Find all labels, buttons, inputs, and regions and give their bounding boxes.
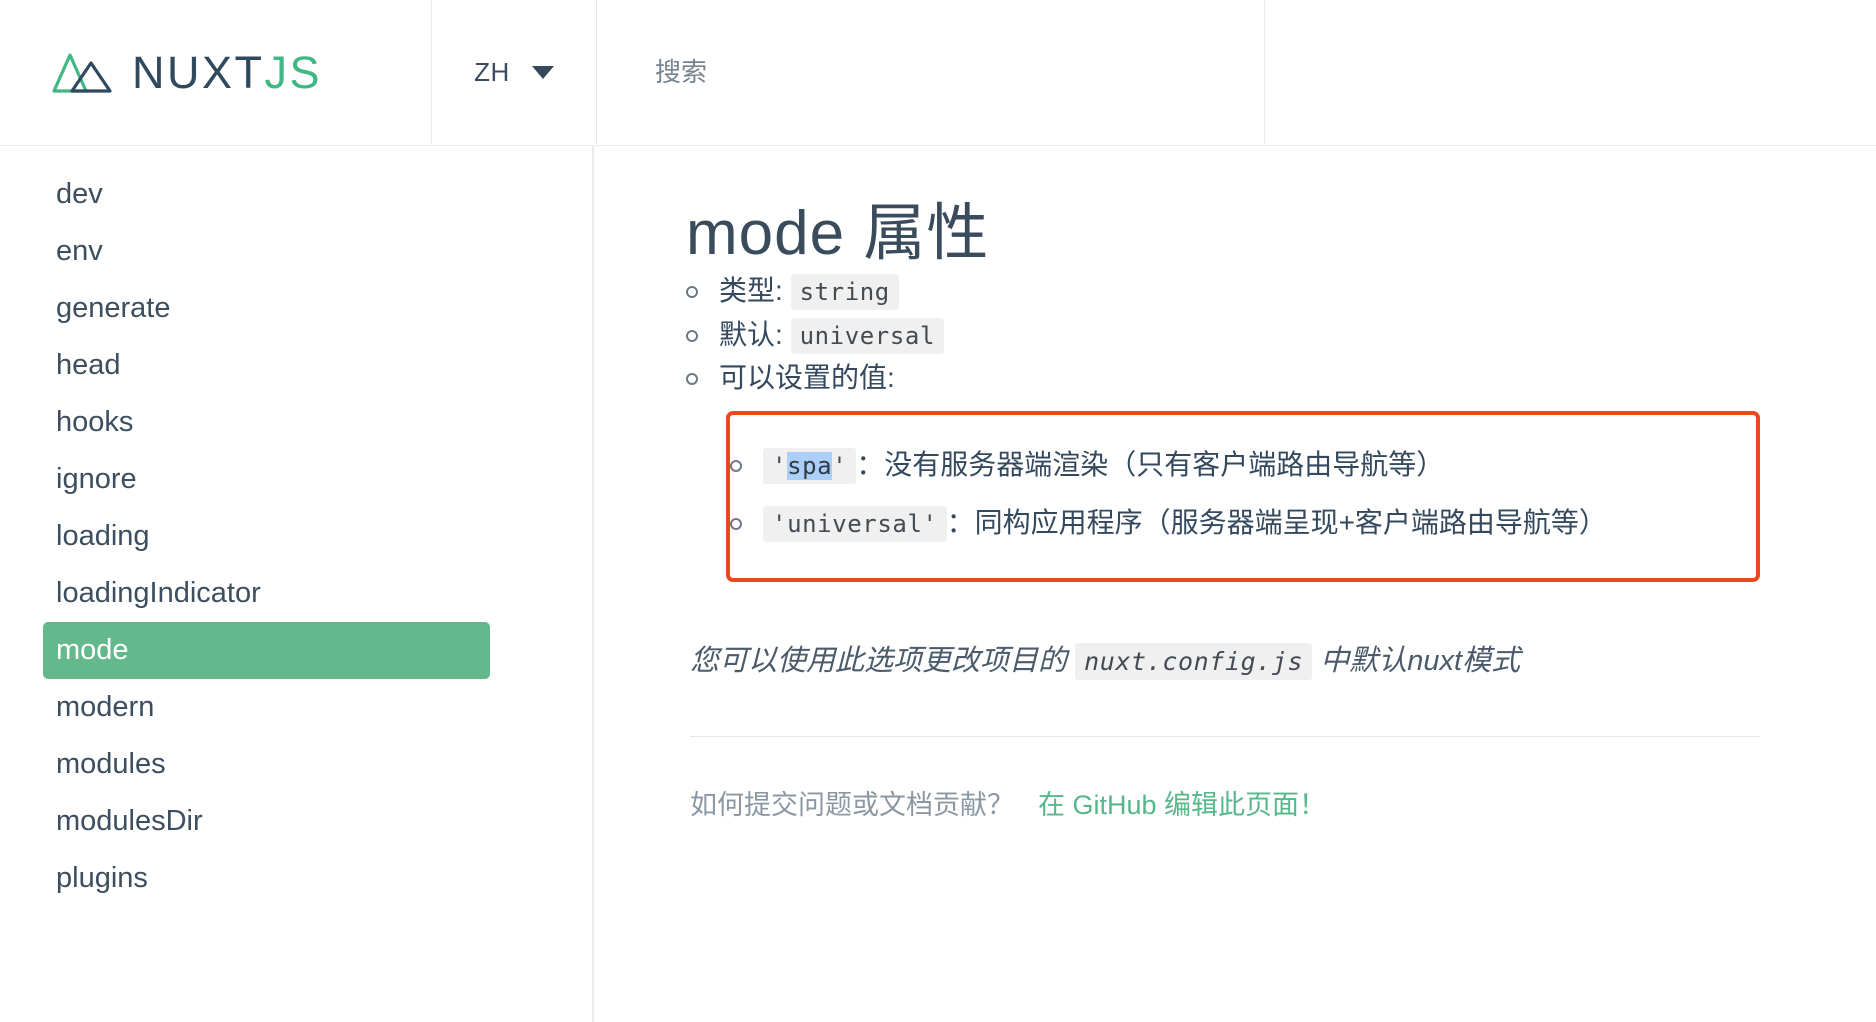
bullet-circle-icon bbox=[730, 460, 742, 473]
sidebar-item-head[interactable]: head bbox=[56, 337, 592, 394]
config-note: 您可以使用此选项更改项目的 nuxt.config.js 中默认nuxt模式 bbox=[686, 640, 1816, 684]
default-label: 默认: bbox=[719, 318, 783, 350]
sidebar-item-loading[interactable]: loading bbox=[56, 508, 592, 565]
type-value-code: string bbox=[790, 274, 899, 311]
sidebar-item-hooks[interactable]: hooks bbox=[56, 394, 592, 451]
sidebar-item-mode[interactable]: mode bbox=[43, 622, 490, 679]
logo-text-accent: JS bbox=[264, 47, 323, 98]
property-list: 类型: string bbox=[686, 269, 1816, 312]
spa-selected-text: spa bbox=[787, 452, 833, 481]
sidebar-item-plugins[interactable]: plugins bbox=[56, 850, 592, 907]
list-item-type: 类型: string bbox=[686, 269, 1816, 312]
bullet-circle-icon bbox=[686, 373, 698, 386]
app-root: NUXTJS ZH dev env generate head hooks ig… bbox=[0, 0, 1876, 1022]
note-code: nuxt.config.js bbox=[1075, 643, 1313, 681]
sidebar-item-generate[interactable]: generate bbox=[56, 280, 592, 337]
default-list: 默认: universal bbox=[686, 313, 1816, 356]
sidebar-item-modules[interactable]: modules bbox=[56, 736, 592, 793]
sidebar-item-loadingindicator[interactable]: loadingIndicator bbox=[56, 565, 592, 622]
sidebar-item-modulesdir[interactable]: modulesDir bbox=[56, 793, 592, 850]
header-spacer bbox=[1265, 0, 1876, 145]
quote-close: ' bbox=[922, 509, 938, 538]
note-text-before: 您可以使用此选项更改项目的 bbox=[690, 645, 1068, 678]
allowed-values-list: 可以设置的值: bbox=[686, 356, 1816, 399]
list-item-universal: 'universal' ：同构应用程序（服务器端呈现+客户端路由导航等） bbox=[730, 501, 1756, 544]
sidebar-item-dev[interactable]: dev bbox=[56, 166, 592, 223]
universal-code-name: universal bbox=[787, 509, 923, 538]
universal-description: ：同构应用程序（服务器端呈现+客户端路由导航等） bbox=[946, 506, 1607, 538]
language-selector[interactable]: ZH bbox=[432, 0, 597, 145]
logo-text-primary: NUXT bbox=[132, 47, 265, 98]
sidebar-item-ignore[interactable]: ignore bbox=[56, 451, 592, 508]
bullet-circle-icon bbox=[730, 517, 742, 530]
list-item-default: 默认: universal bbox=[686, 313, 1816, 356]
universal-row-text: 'universal' ：同构应用程序（服务器端呈现+客户端路由导航等） bbox=[763, 501, 1756, 544]
page-title: mode 属性 bbox=[686, 199, 990, 268]
spa-value-code: 'spa' bbox=[763, 448, 857, 485]
docs-sidebar[interactable]: dev env generate head hooks ignore loadi… bbox=[0, 146, 594, 1022]
contribute-footer: 如何提交问题或文档贡献？ 在 GitHub 编辑此页面！ bbox=[686, 783, 1816, 822]
edit-on-github-link[interactable]: 在 GitHub 编辑此页面！ bbox=[1038, 783, 1326, 822]
nuxt-triangle-logo-icon bbox=[52, 52, 112, 93]
sidebar-item-modern[interactable]: modern bbox=[56, 679, 592, 736]
default-row-text: 默认: universal bbox=[719, 313, 1816, 356]
type-row-text: 类型: string bbox=[719, 269, 1816, 312]
quote-close: ' bbox=[832, 452, 848, 481]
list-item-values-label: 可以设置的值: bbox=[686, 356, 1816, 399]
logo-wordmark: NUXT JS bbox=[132, 50, 322, 95]
values-label: 可以设置的值: bbox=[719, 362, 895, 394]
language-label: ZH bbox=[474, 57, 510, 87]
footer-question: 如何提交问题或文档贡献？ bbox=[690, 789, 1014, 820]
search-container[interactable] bbox=[597, 0, 1265, 145]
quote-open: ' bbox=[772, 509, 788, 538]
universal-value-code: 'universal' bbox=[763, 505, 947, 542]
section-divider bbox=[690, 735, 1760, 737]
main-content: mode 属性 类型: string 默认: universal 可以设置的值:… bbox=[596, 146, 1876, 1022]
bullet-circle-icon bbox=[686, 329, 698, 342]
values-sublist: 'spa' ：没有服务器端渲染（只有客户端路由导航等） 'universal' ：同… bbox=[730, 443, 1756, 544]
chevron-down-icon bbox=[531, 66, 554, 79]
spa-description: ：没有服务器端渲染（只有客户端路由导航等） bbox=[856, 449, 1445, 481]
search-input[interactable] bbox=[653, 56, 1264, 89]
sidebar-item-env[interactable]: env bbox=[56, 223, 592, 280]
highlighted-values-box: 'spa' ：没有服务器端渲染（只有客户端路由导航等） 'universal' ：同… bbox=[726, 411, 1760, 583]
site-header: NUXT JS ZH bbox=[0, 0, 1876, 146]
list-item-spa: 'spa' ：没有服务器端渲染（只有客户端路由导航等） bbox=[730, 443, 1756, 486]
note-text-after: 中默认nuxt模式 bbox=[1320, 645, 1521, 678]
type-label: 类型: bbox=[719, 275, 783, 307]
default-value-code: universal bbox=[790, 317, 945, 354]
bullet-circle-icon bbox=[686, 286, 698, 299]
brand-logo-link[interactable]: NUXT JS bbox=[0, 0, 432, 145]
quote-open: ' bbox=[772, 452, 788, 481]
spa-row-text: 'spa' ：没有服务器端渲染（只有客户端路由导航等） bbox=[763, 443, 1756, 486]
